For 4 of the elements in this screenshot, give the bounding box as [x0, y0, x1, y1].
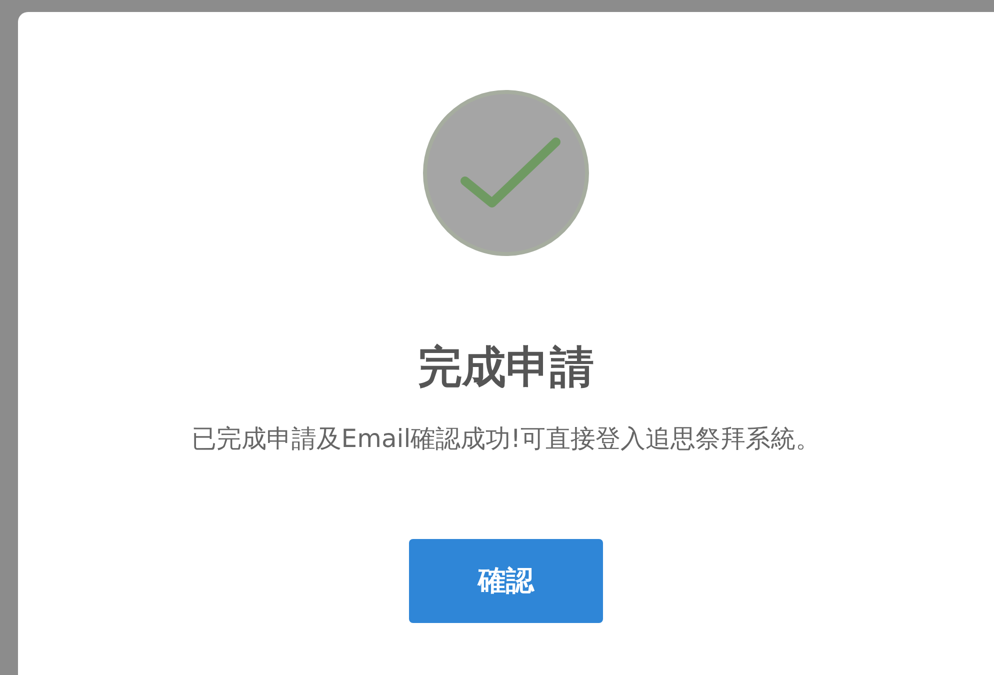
confirm-button[interactable]: 確認 — [409, 539, 603, 624]
dialog-title: 完成申請 — [418, 342, 594, 395]
check-circle-icon — [420, 90, 592, 256]
dialog-message: 已完成申請及Email確認成功!可直接登入追思祭拜系統。 — [191, 422, 821, 455]
